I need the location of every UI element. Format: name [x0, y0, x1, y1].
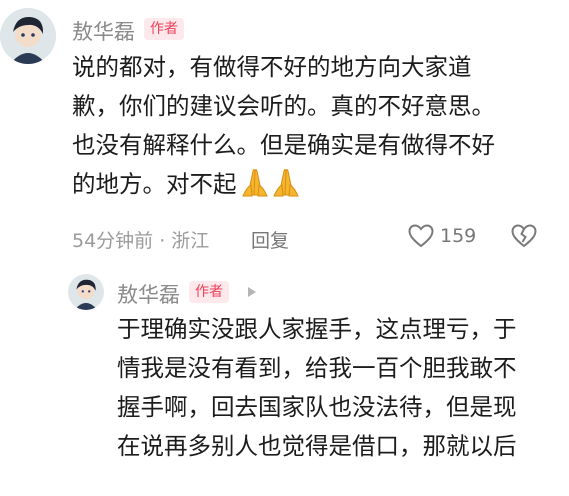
comment-line: 歉，你们的建议会听的。真的不好意思。 — [72, 92, 495, 120]
reply-line: 情我是没有看到，给我一百个胆我敢不 — [117, 354, 517, 382]
avatar-image — [0, 8, 56, 64]
reply-avatar[interactable] — [68, 274, 104, 310]
heart-icon — [408, 224, 434, 248]
comment-thread: 敖华磊 作者 说的都对，有做得不好的地方向大家道 歉，你们的建议会听的。真的不好… — [0, 0, 569, 496]
play-arrow-icon — [248, 287, 256, 297]
like-count: 159 — [440, 225, 477, 247]
author-name[interactable]: 敖华磊 — [72, 16, 135, 46]
author-badge: 作者 — [144, 18, 184, 40]
comment-meta: 54分钟前 · 浙江 — [72, 230, 210, 252]
comment-line: 说的都对，有做得不好的地方向大家道 — [72, 53, 472, 81]
reply-button[interactable]: 回复 — [251, 226, 289, 253]
reply-author-badge: 作者 — [189, 281, 229, 303]
reply-line: 在说再多别人也觉得是借口，那就以后 — [117, 432, 517, 460]
broken-heart-icon — [511, 224, 537, 248]
comment-text: 说的都对，有做得不好的地方向大家道 歉，你们的建议会听的。真的不好意思。 也没有… — [72, 48, 495, 204]
reply-line: 握手啊，回去国家队也没法待，但是现 — [117, 393, 517, 421]
like-button[interactable]: 159 — [408, 224, 476, 248]
comment-line-last: 的地方。对不起 — [72, 165, 495, 204]
avatar[interactable] — [0, 8, 56, 64]
comment-line: 也没有解释什么。但是确实是有做得不好 — [72, 131, 495, 159]
dislike-button[interactable] — [511, 224, 537, 252]
comment-line: 的地方。对不起 — [72, 170, 237, 198]
reply-line: 于理确实没跟人家握手，这点理亏，于 — [117, 315, 517, 343]
reply-author-name[interactable]: 敖华磊 — [117, 279, 180, 309]
reply-text: 于理确实没跟人家握手，这点理亏，于 情我是没有看到，给我一百个胆我敢不 握手啊，… — [117, 310, 517, 466]
avatar-image — [68, 274, 104, 310]
pray-hands-icon — [239, 167, 301, 209]
